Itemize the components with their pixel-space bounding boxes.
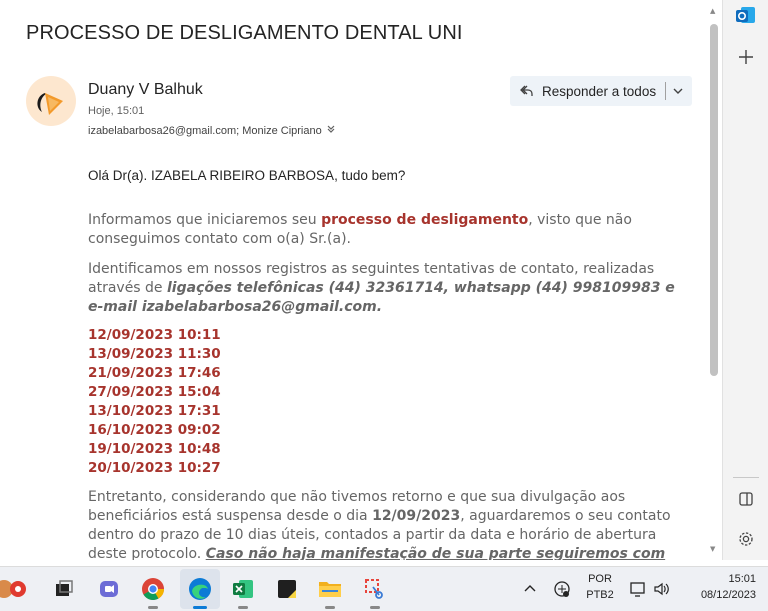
reply-options-chevron-icon[interactable] bbox=[672, 85, 684, 97]
paragraph-deadline: Entretanto, considerando que não tivemos… bbox=[88, 488, 688, 560]
snipping-tool-icon[interactable] bbox=[359, 573, 391, 605]
paragraph-intro: Informamos que iniciaremos seu processo … bbox=[88, 211, 688, 249]
scroll-up-arrow-icon[interactable]: ▲ bbox=[710, 7, 715, 15]
email-subject: PROCESSO DE DESLIGAMENTO DENTAL UNI bbox=[26, 22, 463, 44]
p1-text: Informamos que iniciaremos seu bbox=[88, 212, 322, 228]
show-hidden-icons-chevron-icon[interactable] bbox=[514, 573, 546, 605]
reply-all-icon bbox=[518, 83, 534, 99]
date-item: 27/09/2023 15:04 bbox=[88, 384, 221, 400]
network-icon[interactable] bbox=[546, 573, 578, 605]
widgets-icon[interactable] bbox=[0, 573, 26, 605]
date-item: 20/10/2023 10:27 bbox=[88, 460, 221, 476]
excel-icon[interactable] bbox=[227, 573, 259, 605]
date-item: 16/10/2023 09:02 bbox=[88, 422, 221, 438]
p3-date: 12/09/2023 bbox=[372, 508, 461, 524]
dental-uni-logo-icon bbox=[37, 93, 63, 115]
reply-all-button[interactable]: Responder a todos bbox=[510, 76, 692, 106]
language-indicator[interactable]: POR PTB2 bbox=[580, 573, 620, 601]
clock-time: 15:01 bbox=[728, 573, 756, 585]
keyboard-layout: PTB2 bbox=[586, 589, 614, 601]
file-explorer-icon[interactable] bbox=[314, 573, 346, 605]
side-panel-icon[interactable] bbox=[723, 490, 768, 508]
paragraph-contacts: Identificamos em nossos registros as seg… bbox=[88, 260, 688, 317]
snipping-running-indicator bbox=[370, 606, 380, 609]
reply-all-label: Responder a todos bbox=[542, 83, 657, 99]
scroll-down-arrow-icon[interactable]: ▼ bbox=[710, 545, 715, 553]
language-code: POR bbox=[588, 573, 612, 585]
chevron-down-icon[interactable] bbox=[326, 124, 336, 137]
reply-divider bbox=[665, 82, 667, 100]
sticky-notes-icon[interactable] bbox=[271, 573, 303, 605]
date-item: 13/09/2023 11:30 bbox=[88, 346, 221, 362]
date-item: 12/09/2023 10:11 bbox=[88, 327, 221, 343]
recipients-line[interactable]: izabelabarbosa26@gmail.com; Monize Cipri… bbox=[88, 124, 336, 137]
recipients-text: izabelabarbosa26@gmail.com; Monize Cipri… bbox=[88, 124, 322, 137]
excel-running-indicator bbox=[238, 606, 248, 609]
explorer-running-indicator bbox=[325, 606, 335, 609]
volume-icon[interactable] bbox=[646, 573, 678, 605]
sender-name[interactable]: Duany V Balhuk bbox=[88, 81, 203, 99]
date-item: 21/09/2023 17:46 bbox=[88, 365, 221, 381]
p2-highlight: ligações telefônicas (44) 32361714, what… bbox=[88, 280, 675, 315]
sender-avatar[interactable] bbox=[26, 76, 76, 126]
greeting: Olá Dr(a). IZABELA RIBEIRO BARBOSA, tudo… bbox=[88, 168, 406, 183]
date-item: 19/10/2023 10:48 bbox=[88, 441, 221, 457]
right-side-rail bbox=[722, 0, 768, 560]
email-time: Hoje, 15:01 bbox=[88, 105, 145, 117]
date-item: 13/10/2023 17:31 bbox=[88, 403, 221, 419]
task-view-icon[interactable] bbox=[48, 573, 80, 605]
chrome-icon[interactable] bbox=[137, 573, 169, 605]
outlook-icon[interactable] bbox=[723, 4, 768, 26]
windows-taskbar: POR PTB2 15:01 08/12/2023 bbox=[0, 566, 768, 611]
chrome-running-indicator bbox=[148, 606, 158, 609]
clock[interactable]: 15:01 08/12/2023 bbox=[684, 573, 756, 601]
contact-attempt-dates: 12/09/2023 10:11 13/09/2023 11:30 21/09/… bbox=[88, 326, 221, 478]
clock-date: 08/12/2023 bbox=[700, 589, 756, 601]
edge-running-indicator bbox=[193, 606, 207, 609]
edge-icon[interactable] bbox=[184, 573, 216, 605]
rail-divider bbox=[733, 477, 759, 478]
gear-icon[interactable] bbox=[723, 530, 768, 548]
mail-reading-pane: PROCESSO DE DESLIGAMENTO DENTAL UNI Duan… bbox=[0, 0, 722, 560]
vertical-scrollbar[interactable] bbox=[710, 24, 718, 376]
plus-icon[interactable] bbox=[723, 48, 768, 66]
teams-chat-icon[interactable] bbox=[93, 573, 125, 605]
p1-highlight: processo de desligamento bbox=[321, 212, 529, 228]
